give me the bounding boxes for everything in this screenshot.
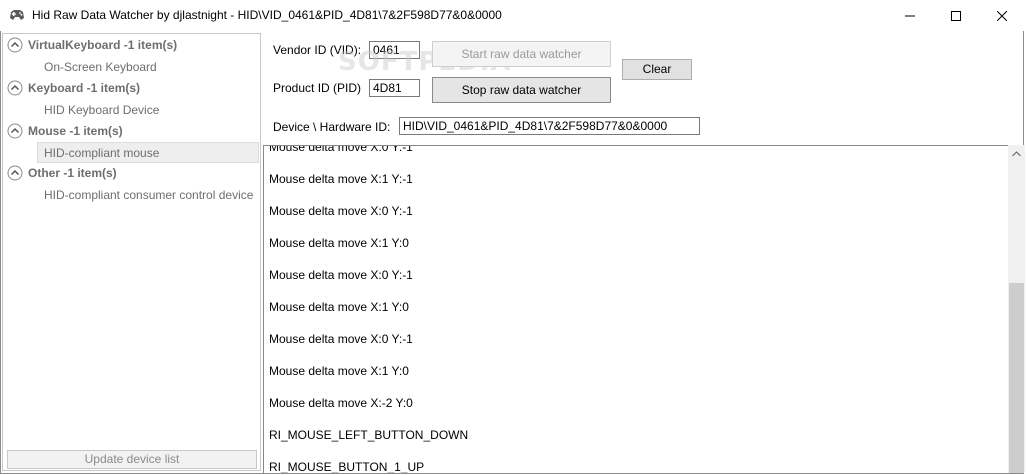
pid-field[interactable]: 4D81 [369, 79, 420, 97]
maximize-icon [951, 10, 961, 21]
device-item-hid-mouse-selected[interactable]: HID-compliant mouse [37, 142, 259, 163]
log-line: Mouse delta move X:0 Y:-1 [269, 268, 413, 282]
log-line: Mouse delta move X:1 Y:0 [269, 236, 409, 250]
collapse-chevron-icon[interactable] [7, 123, 23, 139]
gamepad-icon [10, 10, 24, 20]
start-watcher-button[interactable]: Start raw data watcher [432, 41, 611, 67]
device-item-label: HID Keyboard Device [44, 103, 160, 117]
group-label: Other -1 item(s) [28, 166, 117, 180]
device-item-label: HID-compliant consumer control device [44, 188, 254, 202]
device-list-pane[interactable]: VirtualKeyboard -1 item(s) On-Screen Key… [2, 33, 261, 471]
chevron-up-icon [1012, 150, 1021, 156]
close-button[interactable] [979, 0, 1025, 31]
device-item-consumer-control[interactable]: HID-compliant consumer control device [3, 184, 260, 206]
collapse-chevron-icon[interactable] [7, 37, 23, 53]
raw-data-log[interactable]: Mouse delta move X:0 Y:-1 Mouse delta mo… [263, 145, 1024, 473]
group-other[interactable]: Other -1 item(s) [3, 163, 260, 184]
collapse-chevron-icon[interactable] [7, 80, 23, 96]
log-line: Mouse delta move X:1 Y:0 [269, 300, 409, 314]
log-line: Mouse delta move X:1 Y:-1 [269, 172, 413, 186]
update-device-list-button[interactable]: Update device list [7, 450, 257, 469]
group-virtualkeyboard[interactable]: VirtualKeyboard -1 item(s) [3, 35, 260, 56]
pid-label: Product ID (PID) [273, 81, 362, 95]
device-item-hid-keyboard[interactable]: HID Keyboard Device [3, 99, 260, 121]
stop-watcher-button[interactable]: Stop raw data watcher [432, 77, 611, 103]
group-label: VirtualKeyboard -1 item(s) [28, 38, 178, 52]
minimize-icon [905, 15, 915, 16]
group-label: Mouse -1 item(s) [28, 124, 123, 138]
group-label: Keyboard -1 item(s) [28, 81, 141, 95]
hwid-field[interactable]: HID\VID_0461&PID_4D81\7&2F598D77&0&0000 [399, 117, 700, 135]
log-line: Mouse delta move X:1 Y:0 [269, 364, 409, 378]
group-mouse[interactable]: Mouse -1 item(s) [3, 121, 260, 142]
log-scrollbar[interactable] [1008, 145, 1025, 473]
scroll-up-button[interactable] [1008, 145, 1025, 162]
group-keyboard[interactable]: Keyboard -1 item(s) [3, 78, 260, 99]
scroll-thumb[interactable] [1009, 283, 1024, 473]
log-line: Mouse delta move X:-2 Y:0 [269, 396, 413, 410]
device-item-label: On-Screen Keyboard [44, 60, 157, 74]
close-icon [997, 10, 1007, 21]
log-line: RI_MOUSE_BUTTON_1_UP [269, 460, 425, 473]
log-line: Mouse delta move X:0 Y:-1 [269, 332, 413, 346]
minimize-button[interactable] [887, 0, 933, 31]
device-item-label: HID-compliant mouse [44, 146, 160, 160]
log-line: RI_MOUSE_LEFT_BUTTON_DOWN [269, 428, 469, 442]
hwid-label: Device \ Hardware ID: [273, 120, 391, 134]
collapse-chevron-icon[interactable] [7, 165, 23, 181]
window-title: Hid Raw Data Watcher by djlastnight - HI… [32, 8, 502, 22]
log-lines: Mouse delta move X:0 Y:-1 Mouse delta mo… [269, 145, 999, 473]
clear-button[interactable]: Clear [622, 59, 692, 80]
maximize-button[interactable] [933, 0, 979, 31]
log-line: Mouse delta move X:0 Y:-1 [269, 204, 413, 218]
log-line: Mouse delta move X:0 Y:-1 [269, 145, 413, 154]
title-bar[interactable]: Hid Raw Data Watcher by djlastnight - HI… [0, 0, 1026, 31]
device-item-on-screen-keyboard[interactable]: On-Screen Keyboard [3, 56, 260, 78]
